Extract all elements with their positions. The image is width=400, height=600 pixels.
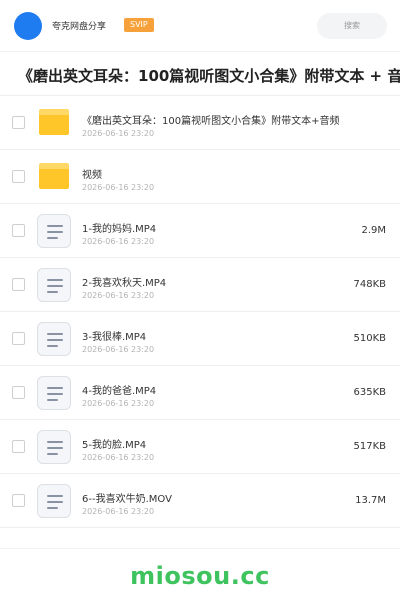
folder-icon: [39, 109, 69, 135]
list-item[interactable]: 《磨出英文耳朵：100篇视听图文小合集》附带文本+音频 2026-06-16 2…: [0, 96, 400, 150]
watermark: miosou.cc: [130, 562, 270, 590]
video-file-icon: [37, 322, 71, 356]
list-item[interactable]: 3-我很棒.MP4 2026-06-16 23:20 510KB: [0, 312, 400, 366]
item-size: 517KB: [353, 441, 386, 452]
video-file-icon: [37, 214, 71, 248]
item-size: 748KB: [353, 279, 386, 290]
item-date: 2026-06-16 23:20: [82, 183, 155, 192]
item-name: 2-我喜欢秋天.MP4: [82, 278, 167, 289]
header-title: 夸克网盘分享: [52, 22, 107, 32]
item-name: 《磨出英文耳朵：100篇视听图文小合集》附带文本+音频: [82, 116, 340, 127]
item-checkbox[interactable]: [12, 116, 25, 129]
item-checkbox[interactable]: [12, 170, 25, 183]
svip-badge: SVIP: [124, 18, 154, 32]
item-checkbox[interactable]: [12, 224, 25, 237]
item-checkbox[interactable]: [12, 332, 25, 345]
item-date: 2026-06-16 23:20: [82, 291, 155, 300]
item-size: 635KB: [353, 387, 386, 398]
item-checkbox[interactable]: [12, 386, 25, 399]
folder-title: 《磨出英文耳朵：100篇视听图文小合集》附带文本 + 音频: [0, 56, 400, 96]
item-date: 2026-06-16 23:20: [82, 399, 155, 408]
item-size: 13.7M: [355, 495, 386, 506]
list-item[interactable]: 1-我的妈妈.MP4 2026-06-16 23:20 2.9M: [0, 204, 400, 258]
item-name: 1-我的妈妈.MP4: [82, 224, 157, 235]
item-date: 2026-06-16 23:20: [82, 129, 155, 138]
item-date: 2026-06-16 23:20: [82, 237, 155, 246]
avatar[interactable]: [14, 12, 42, 40]
folder-icon: [39, 163, 69, 189]
item-size: 510KB: [353, 333, 386, 344]
item-name: 4-我的爸爸.MP4: [82, 386, 157, 397]
item-checkbox[interactable]: [12, 440, 25, 453]
item-name: 5-我的脸.MP4: [82, 440, 147, 451]
item-name: 6--我喜欢牛奶.MOV: [82, 494, 172, 505]
item-date: 2026-06-16 23:20: [82, 507, 155, 516]
list-item[interactable]: 6--我喜欢牛奶.MOV 2026-06-16 23:20 13.7M: [0, 474, 400, 528]
video-file-icon: [37, 376, 71, 410]
item-size: 2.9M: [361, 225, 386, 236]
item-date: 2026-06-16 23:20: [82, 345, 155, 354]
item-name: 视频: [82, 170, 102, 181]
item-date: 2026-06-16 23:20: [82, 453, 155, 462]
item-name: 3-我很棒.MP4: [82, 332, 147, 343]
list-item[interactable]: 视频 2026-06-16 23:20: [0, 150, 400, 204]
list-item[interactable]: 2-我喜欢秋天.MP4 2026-06-16 23:20 748KB: [0, 258, 400, 312]
search-input[interactable]: 搜索: [317, 13, 387, 39]
video-file-icon: [37, 430, 71, 464]
list-item[interactable]: 4-我的爸爸.MP4 2026-06-16 23:20 635KB: [0, 366, 400, 420]
file-list: 《磨出英文耳朵：100篇视听图文小合集》附带文本+音频 2026-06-16 2…: [0, 96, 400, 528]
item-checkbox[interactable]: [12, 278, 25, 291]
list-item[interactable]: 5-我的脸.MP4 2026-06-16 23:20 517KB: [0, 420, 400, 474]
header: 夸克网盘分享 SVIP 搜索: [0, 0, 400, 52]
video-file-icon: [37, 268, 71, 302]
video-file-icon: [37, 484, 71, 518]
item-checkbox[interactable]: [12, 494, 25, 507]
